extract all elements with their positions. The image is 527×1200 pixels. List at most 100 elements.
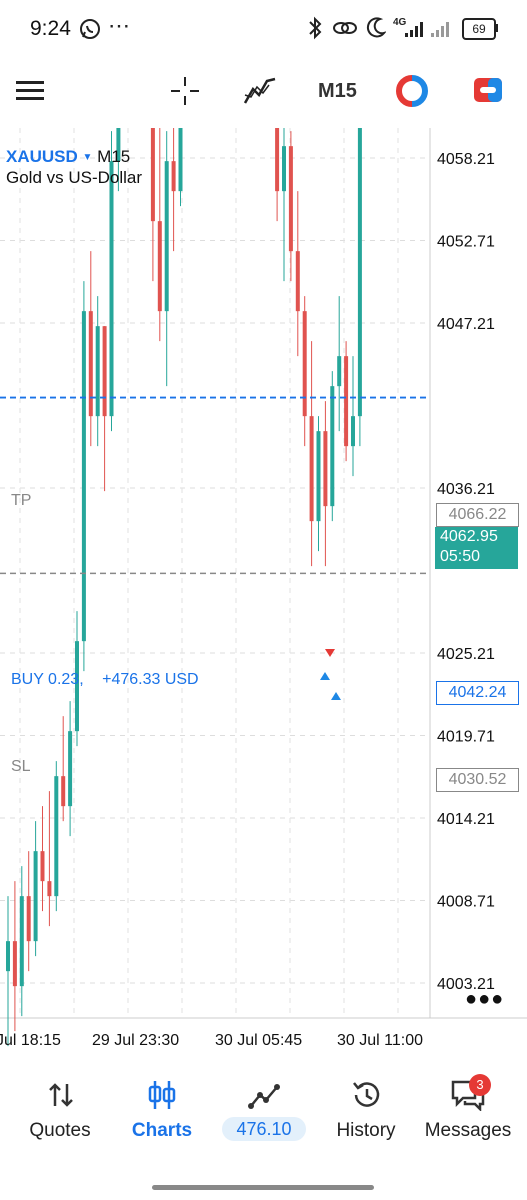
chart-area[interactable]: 4113.214107.714102.214096.714091.214085.… — [0, 128, 527, 1053]
candle-body — [26, 896, 31, 942]
timeframe-button[interactable]: M15 — [318, 80, 357, 103]
candle-body — [351, 416, 355, 447]
buy-position-profit: +476.33 USD — [102, 671, 199, 688]
whatsapp-icon — [80, 19, 100, 39]
price-axis-label: 4047.21 — [437, 316, 495, 333]
candle-body — [282, 146, 286, 192]
nav-charts-label: Charts — [131, 1120, 193, 1141]
current-price-value: 4062.95 — [440, 528, 498, 545]
quotes-icon — [49, 1083, 73, 1107]
history-icon — [353, 1082, 380, 1107]
price-axis-label: 4036.21 — [437, 481, 495, 498]
candle-body — [164, 161, 169, 312]
moon-icon — [366, 17, 386, 38]
candle-body — [157, 221, 162, 312]
symbol-dropdown-icon[interactable]: ▼ — [83, 152, 93, 163]
candle-body — [309, 416, 314, 522]
candle-body — [344, 356, 349, 447]
nav-trade[interactable] — [220, 1062, 308, 1162]
trade-icon[interactable] — [396, 75, 428, 107]
candle-body — [323, 431, 328, 507]
candle-body — [95, 326, 100, 417]
battery-tip — [495, 24, 498, 32]
charts-icon — [148, 1081, 176, 1109]
price-axis-label: 4052.71 — [437, 234, 495, 251]
home-indicator[interactable] — [152, 1185, 374, 1190]
candle-body — [288, 146, 293, 252]
candle-body — [68, 731, 73, 807]
time-axis-label: 29 Jul 23:30 — [92, 1032, 179, 1049]
nav-quotes-label: Quotes — [29, 1120, 91, 1141]
price-axis-label: 4014.21 — [437, 811, 495, 828]
tp-label: TP — [11, 492, 32, 509]
candle-body — [275, 128, 280, 192]
symbol-name[interactable]: XAUUSD — [6, 147, 78, 166]
price-axis-label: 4058.21 — [437, 151, 495, 168]
candle-body — [12, 941, 17, 987]
nav-messages[interactable]: Messages — [418, 1062, 518, 1162]
buy-price-tag[interactable]: 4042.24 — [436, 681, 519, 705]
battery-indicator: 69 — [462, 18, 496, 40]
messages-badge: 3 — [469, 1074, 491, 1096]
nav-history[interactable]: History — [324, 1062, 408, 1162]
battery-level: 69 — [472, 22, 486, 36]
candle-body — [33, 851, 38, 942]
candle-body — [357, 128, 362, 417]
chart-toolbar: M15 — [0, 60, 527, 126]
candle-body — [337, 356, 342, 387]
nav-quotes[interactable]: Quotes — [14, 1062, 106, 1162]
status-bar: 9:24 ⋯ 4G 69 — [0, 0, 527, 60]
candle-body — [19, 896, 24, 987]
symbol-description: Gold vs US-Dollar — [6, 168, 143, 187]
candle-body — [302, 311, 307, 417]
bluetooth-icon — [309, 16, 322, 40]
sl-price-tag[interactable]: 4030.52 — [436, 768, 519, 792]
price-axis-label: 4008.71 — [437, 894, 495, 911]
candle-body — [316, 431, 321, 522]
nav-messages-label: Messages — [424, 1120, 512, 1141]
candle-body — [61, 776, 66, 807]
bar-countdown: 05:50 — [440, 548, 481, 565]
menu-icon[interactable] — [16, 80, 44, 102]
signal-icon — [405, 22, 449, 37]
candle-body — [102, 326, 107, 417]
buy-position-label[interactable]: BUY 0.23, +476.33 USD — [11, 671, 199, 689]
price-chart[interactable]: 4113.214107.714102.214096.714091.214085.… — [0, 128, 527, 1053]
candle-body — [150, 128, 155, 222]
candle-body — [178, 128, 183, 192]
trade-nav-icon — [248, 1084, 280, 1109]
time-axis-label: 30 Jul 05:45 — [215, 1032, 302, 1049]
nav-history-label: History — [336, 1120, 396, 1141]
candle-body — [47, 881, 52, 897]
profit-pill[interactable]: 476.10 — [222, 1117, 306, 1141]
buy-marker — [320, 672, 330, 680]
candle-body — [54, 776, 59, 897]
candle-body — [109, 161, 114, 417]
candle-body — [6, 941, 10, 972]
chart-symbol-info: XAUUSD ▼ M15 — [6, 147, 130, 167]
candle-body — [81, 311, 86, 642]
tp-price-tag[interactable]: 4066.22 — [436, 503, 519, 527]
time-axis-label: Jul 18:15 — [0, 1032, 61, 1049]
link-icon — [333, 22, 357, 34]
sl-label: SL — [11, 758, 31, 775]
candle-body — [330, 386, 335, 507]
price-axis-label: 4019.71 — [437, 729, 495, 746]
current-price-tag: 4062.95 05:50 — [435, 527, 518, 569]
indicators-icon[interactable] — [243, 75, 277, 107]
candle-body — [40, 851, 45, 882]
candle-body — [295, 251, 300, 312]
crosshair-icon[interactable] — [169, 75, 201, 107]
chart-more-icon[interactable]: ●●● — [465, 988, 504, 1011]
more-notifications-icon: ⋯ — [108, 13, 131, 38]
nav-charts[interactable]: Charts — [118, 1062, 206, 1162]
candle-body — [88, 311, 93, 417]
symbol-timeframe: M15 — [97, 147, 131, 166]
price-axis-label: 4025.21 — [437, 646, 495, 663]
buy-marker — [331, 692, 341, 700]
buy-position-volume: BUY 0.23, — [11, 671, 84, 688]
status-time: 9:24 — [30, 17, 71, 40]
one-click-trading-icon[interactable] — [473, 77, 503, 103]
candle-body — [171, 161, 176, 192]
time-axis-label: 30 Jul 11:00 — [337, 1032, 423, 1049]
